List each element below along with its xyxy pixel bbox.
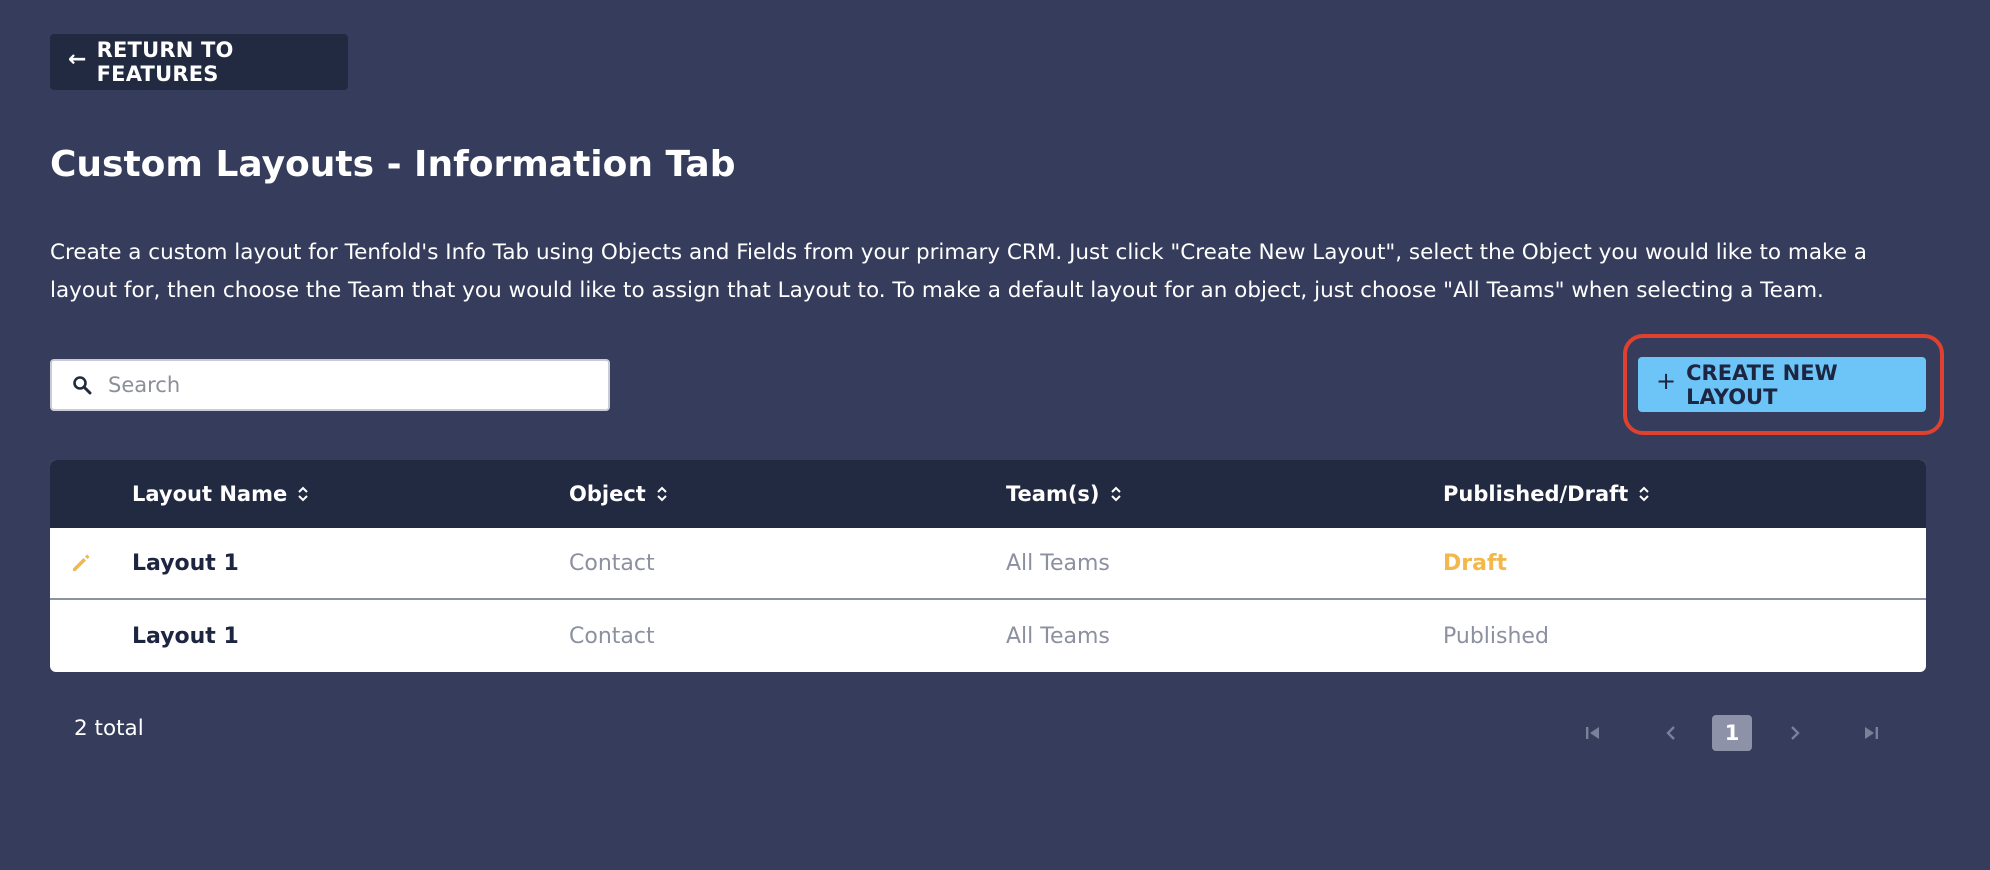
page-number-current[interactable]: 1 [1712, 715, 1752, 751]
next-page-button[interactable] [1780, 714, 1810, 752]
sort-icon [1110, 486, 1121, 502]
layout-name[interactable]: Layout 1 [132, 624, 239, 649]
layout-teams: All Teams [1006, 550, 1110, 576]
layouts-table: Layout Name Object Team(s) Published/Dra… [50, 460, 1926, 672]
total-count: 2 total [74, 716, 144, 741]
table-row[interactable]: Layout 1 Contact All Teams Published [50, 600, 1926, 672]
create-new-layout-label: CREATE NEW LAYOUT [1686, 360, 1838, 409]
search-input[interactable] [108, 373, 588, 397]
column-header-teams[interactable]: Team(s) [1006, 460, 1122, 528]
arrow-left-icon: ← [68, 46, 87, 72]
layout-teams: All Teams [1006, 623, 1110, 649]
chevron-right-icon [1791, 726, 1800, 740]
plus-icon: + [1656, 366, 1677, 395]
pencil-icon[interactable] [70, 552, 92, 574]
first-page-button[interactable] [1578, 714, 1608, 752]
first-page-icon [1586, 727, 1599, 739]
return-to-features-label: RETURN TO FEATURES [96, 38, 234, 86]
layout-status: Draft [1443, 550, 1508, 576]
last-page-button[interactable] [1856, 714, 1886, 752]
last-page-icon [1865, 727, 1878, 739]
search-icon [73, 376, 92, 395]
layout-object: Contact [569, 623, 655, 649]
table-header: Layout Name Object Team(s) Published/Dra… [50, 460, 1926, 528]
column-header-published-draft[interactable]: Published/Draft [1443, 460, 1650, 528]
previous-page-button[interactable] [1656, 714, 1686, 752]
page-title: Custom Layouts - Information Tab [50, 144, 736, 185]
layout-object: Contact [569, 550, 655, 576]
search-field[interactable] [50, 359, 610, 411]
layout-status: Published [1443, 623, 1549, 649]
sort-icon [1639, 486, 1650, 502]
table-row[interactable]: Layout 1 Contact All Teams Draft [50, 528, 1926, 600]
create-new-layout-button[interactable]: + CREATE NEW LAYOUT [1638, 357, 1926, 412]
return-to-features-button[interactable]: ← RETURN TO FEATURES [50, 34, 348, 90]
column-header-layout-name[interactable]: Layout Name [132, 460, 309, 528]
column-header-object[interactable]: Object [569, 460, 668, 528]
sort-icon [298, 486, 308, 502]
page-description: Create a custom layout for Tenfold's Inf… [50, 240, 1867, 303]
sort-icon [657, 486, 667, 502]
chevron-left-icon [1666, 726, 1675, 740]
layout-name[interactable]: Layout 1 [132, 551, 239, 576]
